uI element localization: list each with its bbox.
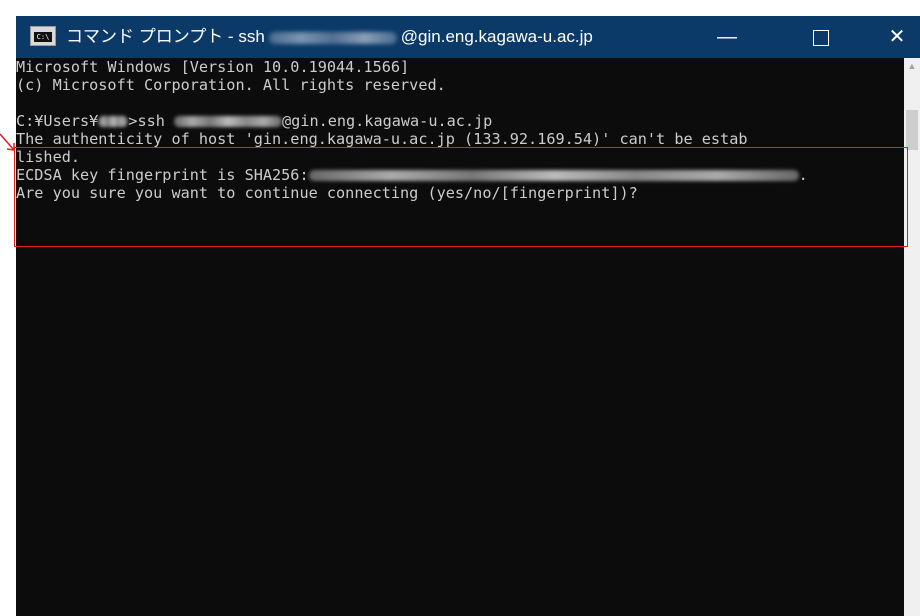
console-line-command: C:¥Users¥ >ssh @gin.eng.kagawa-u.ac.jp bbox=[16, 112, 904, 130]
annotation-arrow-icon bbox=[0, 133, 15, 151]
title-bar[interactable]: C:\ コマンド プロンプト - ssh @gin.eng.kagawa-u.ac… bbox=[16, 16, 920, 58]
minimize-button[interactable]: — bbox=[704, 16, 750, 58]
maximize-button[interactable] bbox=[798, 16, 844, 58]
scroll-thumb[interactable] bbox=[906, 110, 918, 150]
annotation-highlight-box bbox=[14, 147, 908, 247]
vertical-scrollbar[interactable]: ▲ bbox=[904, 58, 920, 616]
command-prompt-window: C:\ コマンド プロンプト - ssh @gin.eng.kagawa-u.ac… bbox=[16, 16, 920, 616]
minimize-icon: — bbox=[717, 26, 737, 48]
redacted-username bbox=[268, 31, 397, 44]
ssh-host: @gin.eng.kagawa-u.ac.jp bbox=[282, 112, 493, 130]
cmd-app-icon[interactable]: C:\ bbox=[30, 26, 56, 46]
console-line-version: Microsoft Windows [Version 10.0.19044.15… bbox=[16, 58, 410, 76]
maximize-icon bbox=[813, 29, 829, 46]
ssh-command: >ssh bbox=[128, 112, 175, 130]
prompt-path: C:¥Users¥ bbox=[16, 112, 99, 130]
title-prefix: コマンド プロンプト - ssh bbox=[66, 27, 265, 46]
console-line-authenticity: The authenticity of host 'gin.eng.kagawa… bbox=[16, 130, 748, 148]
redacted-ssh-user bbox=[174, 116, 283, 127]
scroll-up-arrow-icon[interactable]: ▲ bbox=[904, 58, 920, 75]
cmd-icon-label: C:\ bbox=[34, 32, 52, 42]
close-button[interactable]: ✕ bbox=[874, 16, 920, 58]
redacted-user-dir bbox=[98, 116, 129, 127]
console-output[interactable]: Microsoft Windows [Version 10.0.19044.15… bbox=[16, 58, 904, 616]
close-icon: ✕ bbox=[888, 26, 906, 48]
title-host: @gin.eng.kagawa-u.ac.jp bbox=[400, 27, 593, 46]
window-title: コマンド プロンプト - ssh @gin.eng.kagawa-u.ac.jp bbox=[66, 25, 593, 49]
console-line-copyright: (c) Microsoft Corporation. All rights re… bbox=[16, 76, 446, 94]
